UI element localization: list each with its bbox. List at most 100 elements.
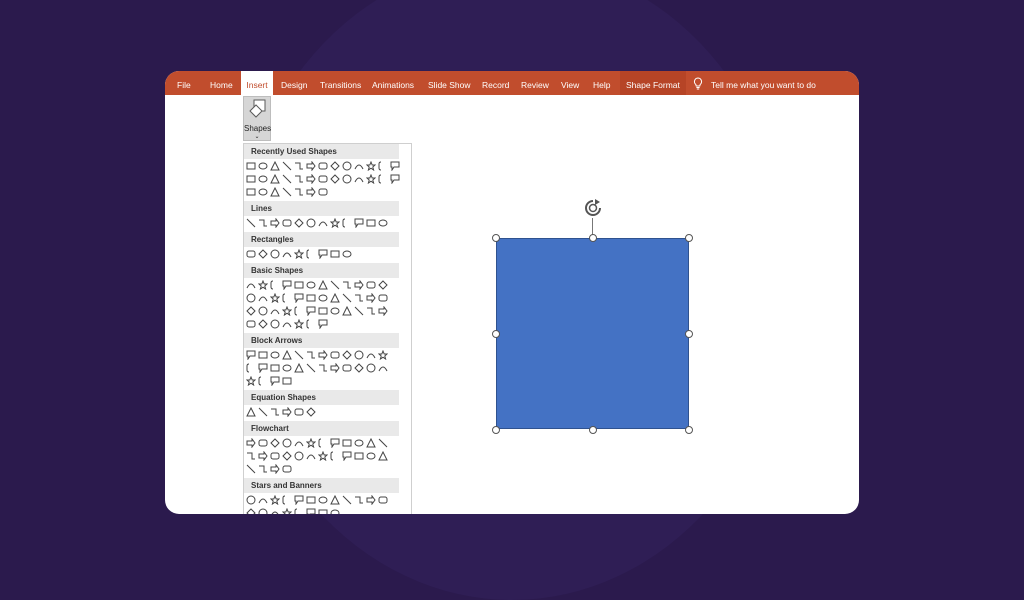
- connector-shape-icon[interactable]: [366, 306, 376, 316]
- oval-shape-icon[interactable]: [318, 293, 328, 303]
- star-shape-icon[interactable]: [282, 306, 292, 316]
- circle-shape-icon[interactable]: [270, 249, 280, 259]
- tab-animations[interactable]: Animations: [372, 71, 414, 95]
- diamond-shape-icon[interactable]: [270, 438, 280, 448]
- arc-shape-icon[interactable]: [270, 306, 280, 316]
- star-shape-icon[interactable]: [306, 438, 316, 448]
- triangle-shape-icon[interactable]: [294, 363, 304, 373]
- rounded-rectangle-shape-icon[interactable]: [294, 407, 304, 417]
- callout-shape-icon[interactable]: [306, 306, 316, 316]
- star-shape-icon[interactable]: [378, 350, 388, 360]
- rounded-rectangle-shape-icon[interactable]: [282, 464, 292, 474]
- tab-record[interactable]: Record: [482, 71, 509, 95]
- triangle-shape-icon[interactable]: [330, 293, 340, 303]
- arc-shape-icon[interactable]: [354, 161, 364, 171]
- diamond-shape-icon[interactable]: [258, 319, 268, 329]
- rectangle-shape-icon[interactable]: [258, 350, 268, 360]
- rectangle-shape-icon[interactable]: [306, 495, 316, 505]
- diamond-shape-icon[interactable]: [306, 407, 316, 417]
- rectangle-shape-icon[interactable]: [318, 306, 328, 316]
- oval-shape-icon[interactable]: [366, 451, 376, 461]
- oval-shape-icon[interactable]: [354, 438, 364, 448]
- diamond-shape-icon[interactable]: [378, 280, 388, 290]
- arrow-shape-icon[interactable]: [246, 438, 256, 448]
- circle-shape-icon[interactable]: [258, 306, 268, 316]
- circle-shape-icon[interactable]: [306, 218, 316, 228]
- oval-shape-icon[interactable]: [282, 363, 292, 373]
- rounded-rectangle-shape-icon[interactable]: [342, 363, 352, 373]
- arrow-shape-icon[interactable]: [306, 174, 316, 184]
- arrow-shape-icon[interactable]: [270, 218, 280, 228]
- oval-shape-icon[interactable]: [330, 508, 340, 514]
- tab-review[interactable]: Review: [521, 71, 549, 95]
- callout-shape-icon[interactable]: [342, 451, 352, 461]
- resize-handle-right[interactable]: [685, 330, 693, 338]
- star-shape-icon[interactable]: [366, 161, 376, 171]
- arc-shape-icon[interactable]: [366, 350, 376, 360]
- triangle-shape-icon[interactable]: [246, 407, 256, 417]
- diamond-shape-icon[interactable]: [330, 161, 340, 171]
- arrow-shape-icon[interactable]: [306, 161, 316, 171]
- rectangle-shape-icon[interactable]: [294, 280, 304, 290]
- arc-shape-icon[interactable]: [378, 363, 388, 373]
- diamond-shape-icon[interactable]: [330, 174, 340, 184]
- rounded-rectangle-shape-icon[interactable]: [318, 174, 328, 184]
- oval-shape-icon[interactable]: [270, 350, 280, 360]
- brace-shape-icon[interactable]: [270, 280, 280, 290]
- line-shape-icon[interactable]: [282, 187, 292, 197]
- connector-shape-icon[interactable]: [294, 187, 304, 197]
- line-shape-icon[interactable]: [258, 407, 268, 417]
- lightbulb-icon[interactable]: [693, 77, 703, 90]
- connector-shape-icon[interactable]: [306, 350, 316, 360]
- tab-home[interactable]: Home: [210, 71, 233, 95]
- diamond-shape-icon[interactable]: [246, 306, 256, 316]
- resize-handle-bottom[interactable]: [589, 426, 597, 434]
- diamond-shape-icon[interactable]: [258, 249, 268, 259]
- rounded-rectangle-shape-icon[interactable]: [378, 293, 388, 303]
- brace-shape-icon[interactable]: [330, 451, 340, 461]
- diamond-shape-icon[interactable]: [342, 350, 352, 360]
- star-shape-icon[interactable]: [330, 218, 340, 228]
- line-shape-icon[interactable]: [342, 495, 352, 505]
- arc-shape-icon[interactable]: [282, 319, 292, 329]
- arrow-shape-icon[interactable]: [306, 187, 316, 197]
- callout-shape-icon[interactable]: [258, 363, 268, 373]
- star-shape-icon[interactable]: [282, 508, 292, 514]
- rounded-rectangle-shape-icon[interactable]: [246, 319, 256, 329]
- circle-shape-icon[interactable]: [354, 350, 364, 360]
- oval-shape-icon[interactable]: [342, 249, 352, 259]
- triangle-shape-icon[interactable]: [270, 174, 280, 184]
- connector-shape-icon[interactable]: [354, 293, 364, 303]
- tab-transitions[interactable]: Transitions: [320, 71, 361, 95]
- arc-shape-icon[interactable]: [318, 218, 328, 228]
- circle-shape-icon[interactable]: [294, 451, 304, 461]
- rounded-rectangle-shape-icon[interactable]: [318, 161, 328, 171]
- line-shape-icon[interactable]: [330, 280, 340, 290]
- line-shape-icon[interactable]: [282, 174, 292, 184]
- brace-shape-icon[interactable]: [306, 249, 316, 259]
- line-shape-icon[interactable]: [378, 438, 388, 448]
- brace-shape-icon[interactable]: [246, 363, 256, 373]
- star-shape-icon[interactable]: [246, 376, 256, 386]
- circle-shape-icon[interactable]: [246, 293, 256, 303]
- callout-shape-icon[interactable]: [330, 438, 340, 448]
- arc-shape-icon[interactable]: [246, 280, 256, 290]
- resize-handle-bottom-right[interactable]: [685, 426, 693, 434]
- star-shape-icon[interactable]: [318, 451, 328, 461]
- brace-shape-icon[interactable]: [318, 438, 328, 448]
- shapes-button[interactable]: Shapes ⌄: [243, 96, 271, 141]
- circle-shape-icon[interactable]: [342, 161, 352, 171]
- rounded-rectangle-shape-icon[interactable]: [270, 451, 280, 461]
- rectangle-shape-icon[interactable]: [342, 438, 352, 448]
- diamond-shape-icon[interactable]: [282, 451, 292, 461]
- line-shape-icon[interactable]: [246, 218, 256, 228]
- triangle-shape-icon[interactable]: [366, 438, 376, 448]
- oval-shape-icon[interactable]: [330, 306, 340, 316]
- resize-handle-bottom-left[interactable]: [492, 426, 500, 434]
- rounded-rectangle-shape-icon[interactable]: [366, 280, 376, 290]
- rounded-rectangle-shape-icon[interactable]: [330, 350, 340, 360]
- brace-shape-icon[interactable]: [378, 161, 388, 171]
- connector-shape-icon[interactable]: [270, 407, 280, 417]
- rectangle-shape-icon[interactable]: [270, 363, 280, 373]
- callout-shape-icon[interactable]: [318, 319, 328, 329]
